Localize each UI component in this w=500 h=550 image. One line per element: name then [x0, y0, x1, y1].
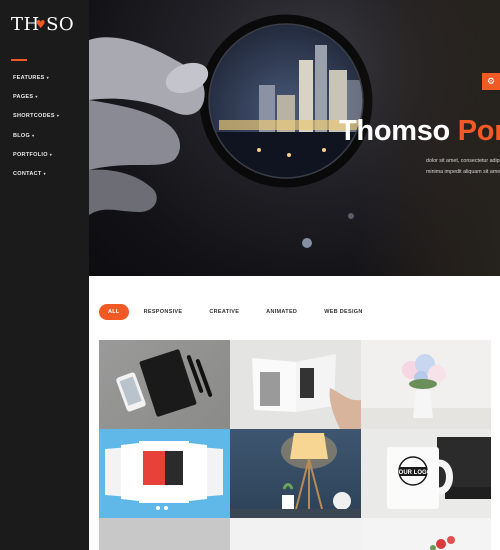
hero-banner: Thomso Portfolio dolor sit amet, consect… — [89, 0, 500, 276]
nav-label: SHORTCODES — [13, 113, 55, 120]
portfolio-item-partial-3[interactable] — [361, 518, 491, 550]
logo-heart-icon: ♥ — [35, 18, 47, 31]
filter-all[interactable]: ALL — [99, 304, 129, 320]
portfolio-item-mug[interactable]: YOUR LOGO — [361, 429, 491, 518]
portfolio-item-magazine[interactable] — [230, 340, 361, 429]
settings-toggle-button[interactable]: ⚙ — [482, 73, 500, 90]
portfolio-item-partial-1[interactable] — [99, 518, 230, 550]
site-logo[interactable]: TH♥SO — [11, 14, 74, 36]
nav-label: CONTACT — [13, 170, 42, 177]
nav-label: FEATURES — [13, 75, 45, 81]
portfolio-item-lamp[interactable] — [230, 429, 361, 518]
filter-responsive[interactable]: RESPONSIVE — [144, 304, 183, 320]
nav-label: PORTFOLIO — [13, 151, 48, 158]
main-nav: FEATURES ▾ PAGES ▾ SHORTCODES ▾ BLOG ▾ PORTF… — [13, 74, 59, 189]
sidebar: TH♥SO FEATURES ▾ PAGES ▾ SHORTCODES ▾ BLOG ▾… — [0, 0, 89, 550]
logo-text-part2: SO — [46, 14, 75, 35]
hero-title-white: Thomso — [339, 115, 450, 147]
chevron-down-icon: ▾ — [56, 113, 60, 119]
magazine-image — [230, 340, 361, 429]
red-flowers-image — [430, 536, 455, 550]
notebook-phone-image — [116, 349, 213, 417]
nav-item-portfolio[interactable]: PORTFOLIO ▾ — [13, 151, 59, 170]
nav-label: PAGES — [13, 94, 34, 101]
portfolio-item-slider[interactable] — [99, 429, 230, 518]
nav-item-blog[interactable]: BLOG ▾ — [13, 132, 59, 151]
gear-icon: ⚙ — [486, 76, 496, 86]
nav-item-pages[interactable]: PAGES ▾ — [13, 93, 59, 112]
nav-label: BLOG — [13, 132, 31, 139]
filter-animated[interactable]: ANIMATED — [266, 304, 297, 320]
portfolio-filter-bar: ALL RESPONSIVE CREATIVE ANIMATED WEB DES… — [99, 304, 390, 320]
hero-subtitle-line-2: minima impedit aliquam sit amet. Lorem i… — [426, 169, 500, 175]
nav-item-contact[interactable]: CONTACT ▾ — [13, 170, 59, 189]
logo-mug-image: YOUR LOGO — [361, 429, 491, 518]
nav-item-shortcodes[interactable]: SHORTCODES ▾ — [13, 112, 59, 131]
chevron-down-icon: ▾ — [32, 132, 35, 138]
flowers-vase-image — [361, 354, 491, 429]
hero-title-accent: Portfolio — [457, 115, 500, 147]
portfolio-item-partial-2[interactable] — [230, 518, 361, 550]
chevron-down-icon: ▾ — [46, 75, 49, 80]
gallery-slider-image — [105, 441, 223, 510]
chevron-down-icon: ▾ — [35, 94, 38, 100]
filter-creative[interactable]: CREATIVE — [209, 304, 239, 320]
chevron-down-icon: ▾ — [43, 170, 46, 176]
filter-web-design[interactable]: WEB DESIGN — [324, 304, 362, 320]
hero-subtitle: dolor sit amet, consectetur adipisicing … — [426, 156, 500, 178]
hero-subtitle-line-1: dolor sit amet, consectetur adipisicing … — [426, 158, 500, 164]
chevron-down-icon: ▾ — [49, 151, 53, 157]
portfolio-item-flowers[interactable] — [361, 340, 491, 429]
lamp-image — [230, 433, 361, 518]
nav-item-features[interactable]: FEATURES ▾ — [13, 74, 59, 93]
portfolio-item-notebook[interactable] — [99, 340, 230, 429]
mug-logo-text: YOUR LOGO — [395, 470, 432, 476]
logo-underline — [11, 59, 27, 61]
hero-title: Thomso Portfolio — [339, 114, 500, 148]
